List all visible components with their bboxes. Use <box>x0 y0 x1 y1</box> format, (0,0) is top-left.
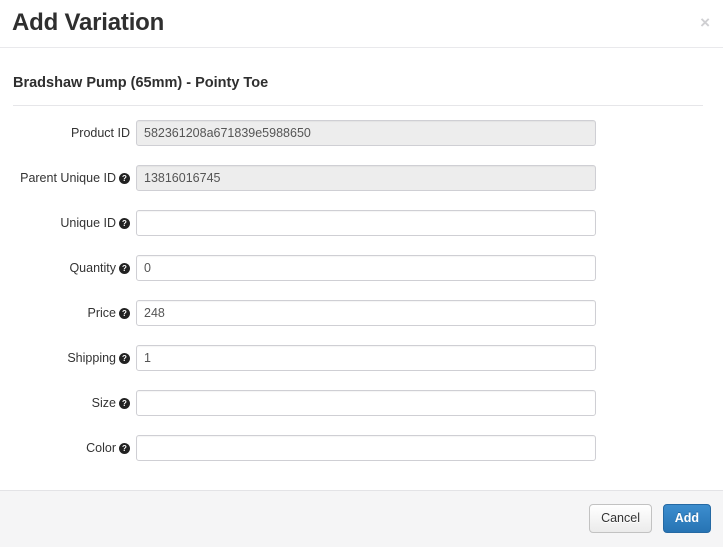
label-quantity: Quantity? <box>0 260 130 276</box>
add-button[interactable]: Add <box>662 504 711 533</box>
help-icon[interactable]: ? <box>119 353 130 364</box>
product-id-input <box>136 120 596 146</box>
close-icon[interactable]: × <box>700 14 710 31</box>
label-text: Size <box>91 396 116 410</box>
label-shipping: Shipping? <box>0 350 130 366</box>
price-input[interactable] <box>136 300 596 326</box>
form-row-unique-id: Unique ID? <box>0 210 723 255</box>
add-variation-modal: Add Variation × Bradshaw Pump (65mm) - P… <box>0 0 723 547</box>
label-product-id: Product ID <box>0 125 130 141</box>
variation-form: Product IDParent Unique ID?Unique ID?Qua… <box>0 120 723 480</box>
form-row-shipping: Shipping? <box>0 345 723 390</box>
form-row-size: Size? <box>0 390 723 435</box>
form-row-price: Price? <box>0 300 723 345</box>
help-icon[interactable]: ? <box>119 218 130 229</box>
help-icon[interactable]: ? <box>119 173 130 184</box>
shipping-input[interactable] <box>136 345 596 371</box>
color-input[interactable] <box>136 435 596 461</box>
form-row-color: Color? <box>0 435 723 480</box>
help-icon[interactable]: ? <box>119 308 130 319</box>
modal-footer: Cancel Add <box>0 490 723 547</box>
parent-unique-id-input <box>136 165 596 191</box>
label-parent-unique-id: Parent Unique ID? <box>0 170 130 186</box>
label-text: Unique ID <box>60 216 116 230</box>
cancel-button[interactable]: Cancel <box>589 504 652 533</box>
label-unique-id: Unique ID? <box>0 215 130 231</box>
help-icon[interactable]: ? <box>119 398 130 409</box>
size-input[interactable] <box>136 390 596 416</box>
quantity-input[interactable] <box>136 255 596 281</box>
divider <box>13 105 703 106</box>
help-icon[interactable]: ? <box>119 263 130 274</box>
product-name-heading: Bradshaw Pump (65mm) - Pointy Toe <box>13 75 269 91</box>
label-text: Shipping <box>67 351 116 365</box>
label-text: Parent Unique ID <box>20 171 116 185</box>
page-title: Add Variation <box>12 9 165 36</box>
label-text: Color <box>86 441 116 455</box>
modal-body: Bradshaw Pump (65mm) - Pointy Toe Produc… <box>0 48 723 490</box>
label-size: Size? <box>0 395 130 411</box>
unique-id-input[interactable] <box>136 210 596 236</box>
label-text: Price <box>87 306 116 320</box>
label-price: Price? <box>0 305 130 321</box>
label-text: Quantity <box>69 261 116 275</box>
label-color: Color? <box>0 440 130 456</box>
form-row-parent-unique-id: Parent Unique ID? <box>0 165 723 210</box>
form-row-product-id: Product ID <box>0 120 723 165</box>
form-row-quantity: Quantity? <box>0 255 723 300</box>
help-icon[interactable]: ? <box>119 443 130 454</box>
modal-header: Add Variation × <box>0 0 723 48</box>
label-text: Product ID <box>70 126 130 140</box>
